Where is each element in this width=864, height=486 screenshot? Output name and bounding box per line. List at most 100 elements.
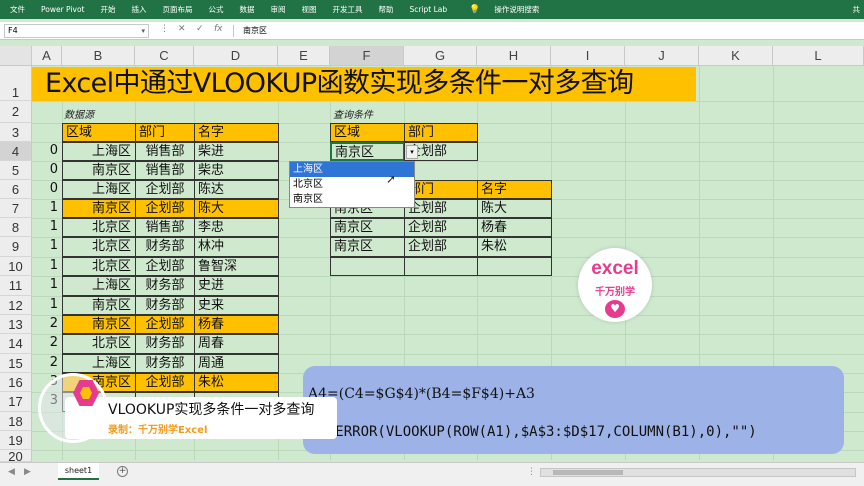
table-header-name[interactable]: 名字: [194, 123, 279, 142]
table-cell-name[interactable]: 李忠: [194, 218, 279, 237]
table-cell-dept[interactable]: 财务部: [135, 237, 195, 257]
row-header-7[interactable]: 7: [0, 199, 32, 218]
table-cell-region[interactable]: 上海区: [62, 354, 136, 373]
cancel-icon[interactable]: ✕: [178, 24, 186, 34]
tab-review[interactable]: 审阅: [270, 4, 285, 15]
result-header-name[interactable]: 名字: [477, 180, 552, 199]
table-cell-dept[interactable]: 企划部: [135, 373, 195, 392]
table-cell-dept[interactable]: 企划部: [135, 180, 195, 199]
column-header-g[interactable]: G: [404, 46, 477, 66]
column-header-f[interactable]: F: [330, 46, 404, 66]
table-cell-name[interactable]: 杨春: [194, 315, 279, 334]
tab-insert[interactable]: 插入: [131, 4, 146, 15]
helper-value[interactable]: 1: [30, 238, 58, 253]
table-cell-dept[interactable]: 企划部: [135, 257, 195, 276]
table-cell-region[interactable]: 南京区: [62, 199, 136, 218]
sheet-tab-sheet1[interactable]: sheet1: [58, 463, 99, 480]
tab-home[interactable]: 开始: [100, 4, 115, 15]
result-cell-region[interactable]: 南京区: [330, 237, 405, 257]
next-sheet-icon[interactable]: ▶: [24, 467, 31, 477]
row-header-15[interactable]: 15: [0, 354, 32, 373]
column-header-a[interactable]: A: [32, 46, 62, 66]
table-cell-name[interactable]: 柴忠: [194, 161, 279, 180]
row-header-4[interactable]: 4: [0, 142, 32, 161]
column-header-e[interactable]: E: [278, 46, 330, 66]
table-cell-dept[interactable]: 销售部: [135, 161, 195, 180]
column-header-j[interactable]: J: [625, 46, 699, 66]
table-cell-region[interactable]: 南京区: [62, 296, 136, 315]
prev-sheet-icon[interactable]: ◀: [8, 467, 15, 477]
select-all-corner[interactable]: [0, 46, 32, 66]
tab-developer[interactable]: 开发工具: [332, 4, 362, 15]
table-header-dept[interactable]: 部门: [135, 123, 195, 142]
helper-value[interactable]: 2: [30, 355, 58, 370]
table-cell-name[interactable]: 鲁智深: [194, 257, 279, 276]
table-cell-region[interactable]: 南京区: [62, 315, 136, 334]
table-cell-region[interactable]: 上海区: [62, 276, 136, 296]
helper-value[interactable]: 1: [30, 200, 58, 215]
table-cell-name[interactable]: 史进: [194, 276, 279, 296]
query-header-dept[interactable]: 部门: [404, 123, 478, 142]
tab-view[interactable]: 视图: [301, 4, 316, 15]
column-header-d[interactable]: D: [194, 46, 278, 66]
name-box[interactable]: F4 ▾: [4, 24, 149, 38]
table-cell-name[interactable]: 周春: [194, 334, 279, 354]
row-header-20[interactable]: 20: [0, 450, 32, 462]
column-header-c[interactable]: C: [135, 46, 194, 66]
column-header-l[interactable]: L: [773, 46, 864, 66]
tab-formulas[interactable]: 公式: [208, 4, 223, 15]
result-cell-region[interactable]: 南京区: [330, 218, 405, 237]
result-cell-name[interactable]: 杨春: [477, 218, 552, 237]
row-header-8[interactable]: 8: [0, 218, 32, 237]
share-button[interactable]: 共: [853, 4, 861, 15]
helper-value[interactable]: 0: [30, 162, 58, 177]
table-cell-dept[interactable]: 销售部: [135, 142, 195, 161]
table-cell-name[interactable]: 陈达: [194, 180, 279, 199]
helper-value[interactable]: 2: [30, 335, 58, 350]
table-cell-dept[interactable]: 企划部: [135, 199, 195, 218]
row-header-13[interactable]: 13: [0, 315, 32, 334]
result-cell-dept[interactable]: 企划部: [404, 237, 478, 257]
validation-dropdown-list[interactable]: 上海区 北京区 南京区: [289, 161, 415, 208]
table-cell-dept[interactable]: 企划部: [135, 315, 195, 334]
table-cell-region[interactable]: 北京区: [62, 334, 136, 354]
more-icon[interactable]: ⋮: [527, 467, 536, 477]
column-header-h[interactable]: H: [477, 46, 551, 66]
row-header-14[interactable]: 14: [0, 334, 32, 354]
row-header-19[interactable]: 19: [0, 431, 32, 450]
tab-data[interactable]: 数据: [239, 4, 254, 15]
dropdown-option-nanjing[interactable]: 南京区: [290, 192, 414, 207]
helper-value[interactable]: 0: [30, 143, 58, 158]
fx-icon[interactable]: fx: [214, 24, 223, 34]
enter-icon[interactable]: ✓: [196, 24, 204, 34]
table-cell-region[interactable]: 上海区: [62, 142, 136, 161]
formula-input[interactable]: 南京区: [243, 24, 267, 38]
result-cell-region[interactable]: [330, 257, 405, 276]
scrollbar-thumb[interactable]: [553, 470, 623, 475]
table-cell-name[interactable]: 史来: [194, 296, 279, 315]
table-cell-dept[interactable]: 财务部: [135, 276, 195, 296]
row-header-18[interactable]: 18: [0, 412, 32, 431]
tab-script-lab[interactable]: Script Lab: [409, 5, 447, 14]
row-header-1[interactable]: 1: [0, 66, 32, 101]
table-cell-dept[interactable]: 销售部: [135, 218, 195, 237]
table-cell-region[interactable]: 北京区: [62, 257, 136, 276]
add-sheet-icon[interactable]: +: [117, 466, 128, 477]
horizontal-scrollbar[interactable]: [540, 468, 856, 477]
tab-page-layout[interactable]: 页面布局: [162, 4, 192, 15]
table-cell-region[interactable]: 北京区: [62, 237, 136, 257]
chevron-down-icon[interactable]: ▾: [406, 145, 418, 159]
table-cell-name[interactable]: 陈大: [194, 199, 279, 218]
query-header-region[interactable]: 区域: [330, 123, 405, 142]
row-header-2[interactable]: 2: [0, 101, 32, 123]
table-cell-dept[interactable]: 财务部: [135, 354, 195, 373]
result-cell-name[interactable]: [477, 257, 552, 276]
result-cell-dept[interactable]: 企划部: [404, 199, 478, 218]
table-cell-region[interactable]: 北京区: [62, 218, 136, 237]
helper-value[interactable]: 1: [30, 277, 58, 292]
helper-value[interactable]: 0: [30, 181, 58, 196]
table-cell-region[interactable]: 上海区: [62, 180, 136, 199]
result-cell-dept[interactable]: [404, 257, 478, 276]
helper-value[interactable]: 1: [30, 219, 58, 234]
column-header-b[interactable]: B: [62, 46, 135, 66]
